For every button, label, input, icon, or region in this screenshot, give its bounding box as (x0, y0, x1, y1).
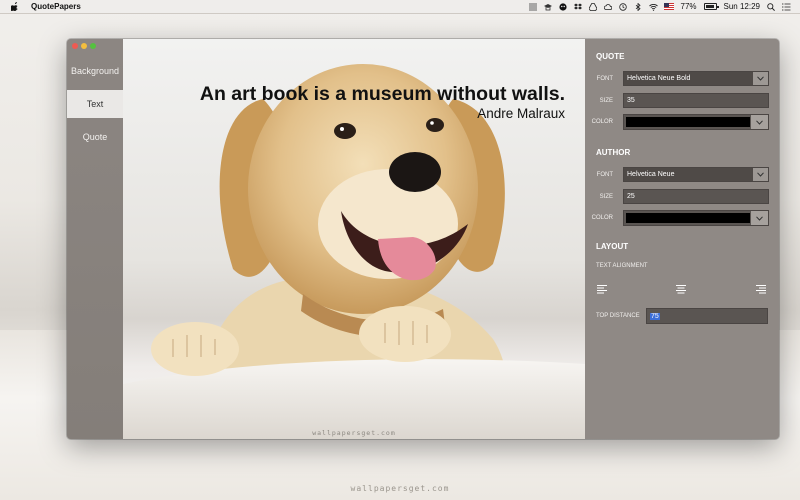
graduation-icon[interactable] (543, 3, 552, 11)
menubar-status-area: 77% Sun 12:29 (528, 2, 800, 11)
zoom-button[interactable] (90, 43, 96, 49)
time-machine-icon[interactable] (618, 2, 627, 11)
drive-icon[interactable] (588, 2, 597, 11)
author-color-swatch (626, 213, 750, 223)
dropbox-icon[interactable] (573, 3, 582, 11)
app-menu-name[interactable]: QuotePapers (31, 2, 81, 11)
minimize-button[interactable] (81, 43, 87, 49)
battery-icon[interactable] (703, 3, 719, 10)
cloud-icon[interactable] (603, 3, 612, 11)
preview-watermark: wallpapersget.com (312, 429, 396, 437)
sidebar-item-quote[interactable]: Quote (67, 123, 123, 151)
author-color-label: COLOR (591, 215, 613, 221)
battery-percent[interactable]: 77% (681, 2, 697, 11)
sidebar-item-text[interactable]: Text (67, 90, 123, 118)
chevron-down-icon (751, 211, 768, 225)
author-section-title: AUTHOR (596, 148, 631, 157)
author-size-field[interactable]: 25 (623, 189, 769, 204)
quote-font-label: FONT (596, 76, 613, 82)
layout-section-title: LAYOUT (596, 242, 629, 251)
author-font-select[interactable]: Helvetica Neue (623, 167, 769, 182)
sidebar: Background Text Quote (67, 39, 123, 439)
preview-author-text: Andre Malraux (477, 106, 565, 121)
flag-icon[interactable] (663, 3, 674, 10)
sidebar-item-background[interactable]: Background (67, 57, 123, 85)
bluetooth-icon[interactable] (634, 2, 642, 11)
close-button[interactable] (72, 43, 78, 49)
sidebar-nav: Background Text Quote (67, 57, 123, 156)
quote-color-label: COLOR (591, 119, 613, 125)
quote-font-value: Helvetica Neue Bold (627, 75, 691, 82)
top-distance-value: 75 (650, 312, 660, 320)
menubar: QuotePapers 77% Sun 12:29 (0, 0, 800, 14)
align-center-icon[interactable] (675, 284, 687, 294)
quote-color-well[interactable] (623, 114, 769, 130)
search-icon[interactable] (767, 2, 775, 11)
circle-icon[interactable] (558, 2, 567, 11)
desktop-watermark: wallpapersget.com (350, 484, 450, 493)
quote-font-select[interactable]: Helvetica Neue Bold (623, 71, 769, 86)
align-left-icon[interactable] (596, 284, 608, 294)
chevron-down-icon (753, 72, 768, 85)
author-font-label: FONT (596, 172, 613, 178)
quote-section-title: QUOTE (596, 52, 625, 61)
align-right-icon[interactable] (755, 284, 767, 294)
quote-color-swatch (626, 117, 750, 127)
list-icon[interactable] (782, 2, 791, 11)
menu-list-icon[interactable] (528, 3, 537, 11)
apple-icon[interactable] (11, 2, 19, 11)
menubar-clock[interactable]: Sun 12:29 (724, 2, 760, 11)
author-size-label: SIZE (599, 194, 613, 200)
preview-quote-text: An art book is a museum without walls. (199, 83, 565, 105)
quote-size-field[interactable]: 35 (623, 93, 769, 108)
top-distance-label: TOP DISTANCE (596, 313, 640, 319)
top-distance-field[interactable]: 75 (646, 308, 768, 324)
author-font-value: Helvetica Neue (627, 171, 675, 178)
chevron-down-icon (751, 115, 768, 129)
quotepapers-window: Background Text Quote An art book is a m… (67, 39, 779, 439)
author-color-well[interactable] (623, 210, 769, 226)
text-alignment-label: TEXT ALIGNMENT (596, 263, 648, 269)
wallpaper-preview: An art book is a museum without walls. A… (123, 39, 585, 439)
wifi-icon[interactable] (648, 3, 658, 11)
chevron-down-icon (753, 168, 768, 181)
quote-size-label: SIZE (599, 98, 613, 104)
window-controls (72, 43, 96, 49)
settings-panel: QUOTE FONT Helvetica Neue Bold SIZE 35 C… (585, 39, 779, 439)
